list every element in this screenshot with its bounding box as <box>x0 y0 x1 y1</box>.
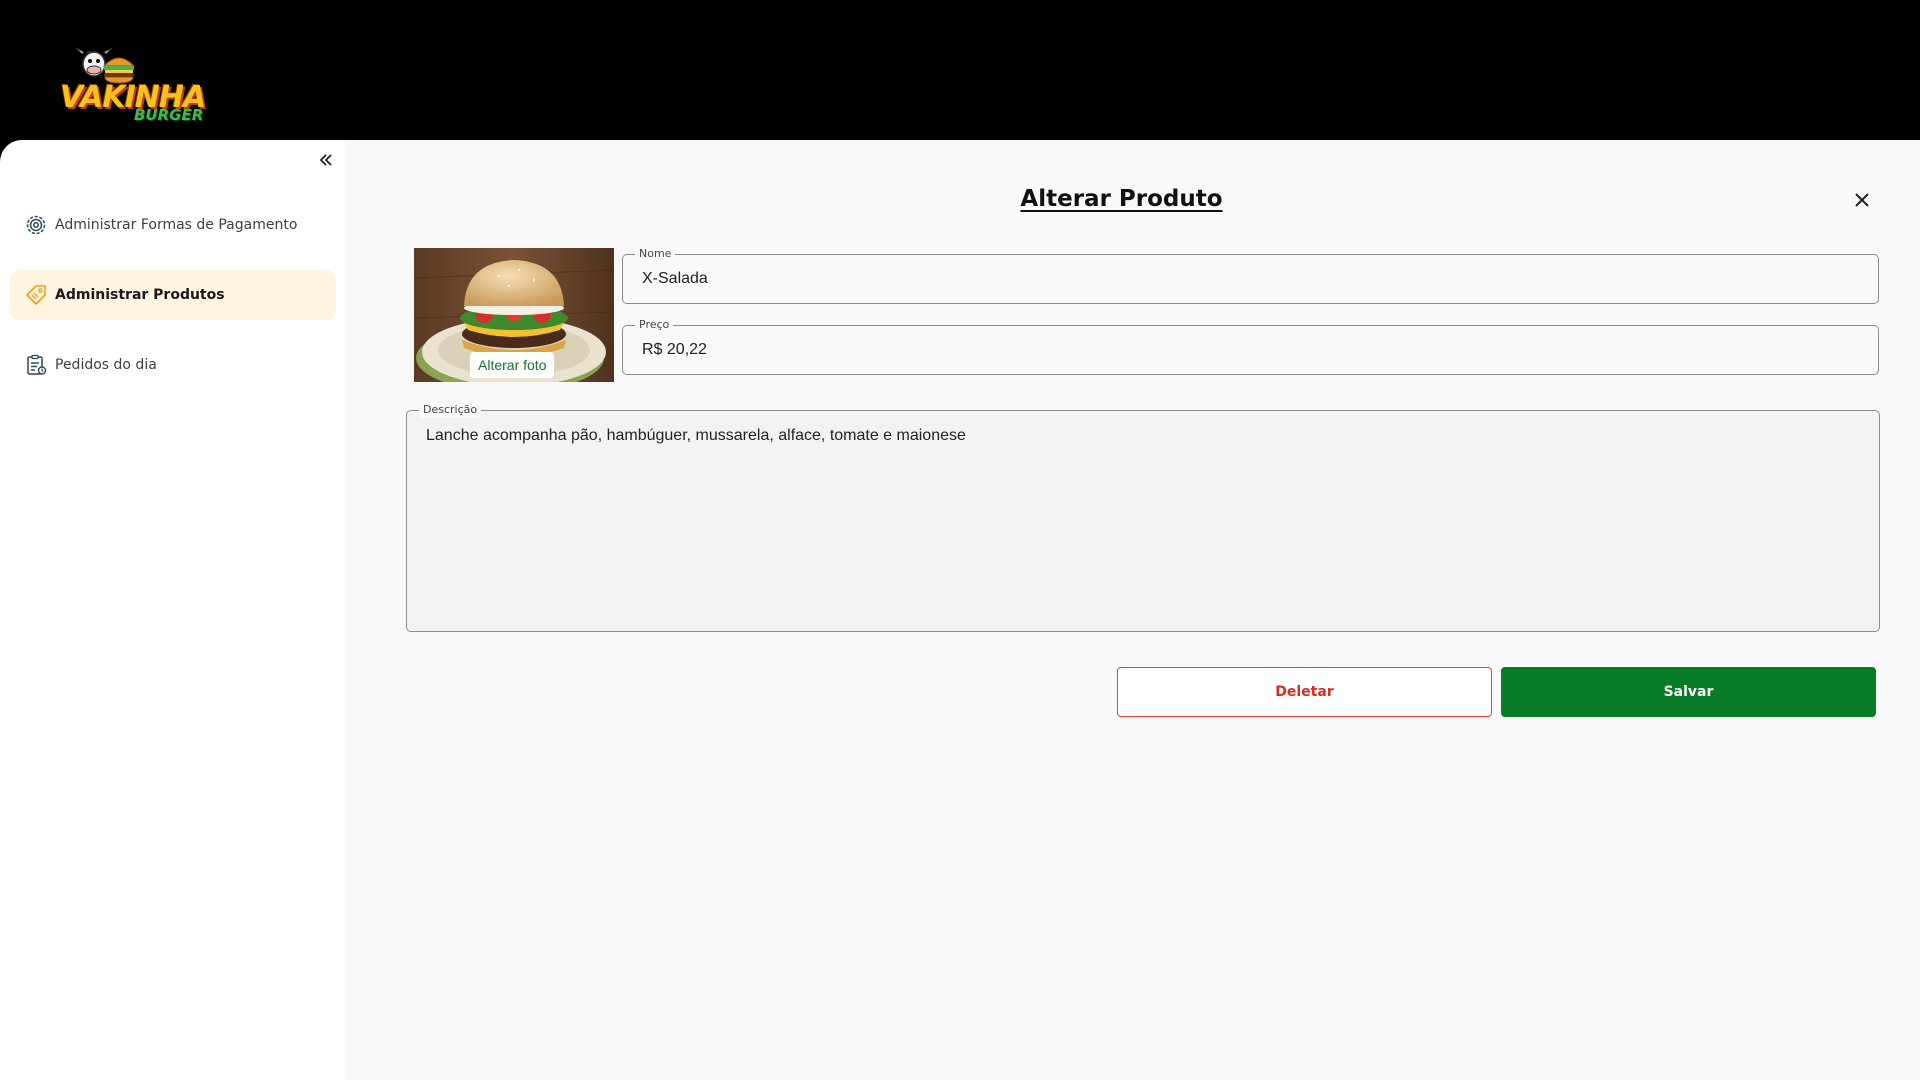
product-edit-panel: Alterar Produto Alterar foto X-Salada No… <box>345 140 1920 1080</box>
collapse-sidebar-button[interactable] <box>314 148 338 172</box>
change-photo-button[interactable]: Alterar foto <box>470 352 555 378</box>
sidebar-item-label: Administrar Formas de Pagamento <box>55 217 298 233</box>
sidebar: Administrar Formas de Pagamento Administ… <box>0 140 345 1080</box>
nome-field: Nome <box>622 246 1879 304</box>
sidebar-item-label: Pedidos do dia <box>55 357 157 373</box>
top-bar: VAKINHA BURGER <box>0 0 1920 140</box>
save-button[interactable]: Salvar <box>1501 667 1876 717</box>
logo-subtext: BURGER <box>134 106 204 124</box>
descricao-field: Lanche acompanha pão, hambúguer, mussare… <box>406 402 1880 632</box>
preco-field: Preço <box>622 317 1879 375</box>
preco-input[interactable] <box>623 326 1878 374</box>
gear-icon <box>22 211 50 239</box>
sidebar-item-formas-pagamento[interactable]: Administrar Formas de Pagamento <box>10 200 336 250</box>
nome-label: Nome <box>635 246 676 262</box>
close-button[interactable] <box>1848 186 1876 214</box>
sidebar-item-produtos[interactable]: Administrar Produtos <box>10 270 336 320</box>
sidebar-item-pedidos-do-dia[interactable]: Pedidos do dia <box>10 340 336 390</box>
double-chevron-left-icon <box>319 154 332 166</box>
delete-button[interactable]: Deletar <box>1117 667 1492 717</box>
descricao-label: Descrição <box>419 402 482 418</box>
close-icon <box>1855 193 1869 207</box>
product-photo[interactable]: Alterar foto <box>414 248 614 382</box>
sidebar-item-label: Administrar Produtos <box>55 287 225 303</box>
page-title: Alterar Produto <box>1020 186 1223 212</box>
vakinha-burger-logo: VAKINHA BURGER <box>56 44 206 124</box>
clipboard-list-icon <box>22 351 50 379</box>
price-tag-icon <box>22 281 50 309</box>
preco-label: Preço <box>635 317 674 333</box>
nome-input[interactable] <box>623 255 1878 303</box>
descricao-textarea[interactable]: Lanche acompanha pão, hambúguer, mussare… <box>407 411 1879 631</box>
